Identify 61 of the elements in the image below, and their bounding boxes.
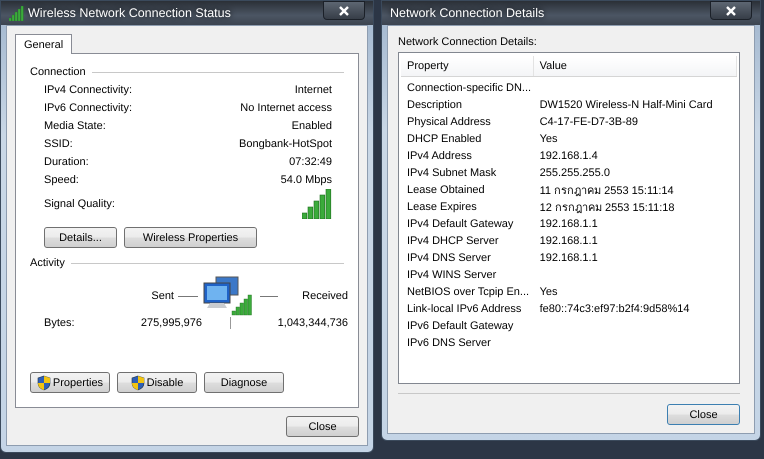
dialog-button[interactable]: Wireless Properties (124, 227, 257, 248)
column-header[interactable]: Property (401, 56, 534, 76)
value-cell-text: 192.168.1.1 (538, 252, 599, 264)
field-label: Signal Quality: (44, 198, 115, 210)
value-cell-text: 192.168.1.1 (538, 234, 599, 246)
property-cell-text: IPv4 Subnet Mask (406, 166, 498, 178)
dialog-button[interactable]: Disable (117, 372, 197, 393)
property-cell-text: IPv6 DNS Server (406, 336, 492, 348)
field-value: Bongbank-HotSpot (239, 138, 332, 150)
property-cell-text: IPv4 WINS Server (406, 268, 498, 280)
property-cell-text: IPv4 Address (406, 150, 473, 162)
value-cell-text: 192.168.1.1 (538, 218, 599, 230)
value-cell-text: fe80::74c3:ef97:b2f4:9d58%14 (538, 302, 690, 314)
field-label: Media State: (44, 120, 106, 132)
property-cell-text: Description (406, 98, 464, 110)
dialog-button[interactable]: Diagnose (204, 372, 284, 393)
caption: Network Connection Details: (398, 36, 538, 48)
field-label: Speed: (44, 174, 79, 186)
property-cell-text: DHCP Enabled (406, 132, 482, 144)
property-cell-text: Link-local IPv6 Address (406, 302, 522, 314)
window-title: Network Connection Details (390, 6, 546, 20)
property-cell-text: Lease Expires (406, 200, 478, 212)
sent-label: Sent (151, 290, 174, 302)
field-value: 54.0 Mbps (280, 174, 332, 186)
property-cell-text: IPv6 Default Gateway (406, 320, 514, 332)
value-cell-text: 12 กรกฎาคม 2553 15:11:18 (538, 200, 676, 216)
dialog-button[interactable]: Properties (30, 372, 110, 393)
received-label: Received (302, 290, 348, 302)
property-cell-text: NetBIOS over Tcpip En... (406, 286, 530, 298)
field-label: IPv4 Connectivity: (44, 84, 132, 96)
dialog-button[interactable]: Details... (44, 227, 117, 248)
field-label: SSID: (44, 138, 73, 150)
field-value: No Internet access (240, 102, 332, 114)
field-value: 07:32:49 (289, 156, 332, 168)
sent-bytes: 275,995,976 (140, 317, 202, 329)
close-button[interactable]: Close (667, 404, 740, 425)
tab[interactable]: General (15, 34, 72, 54)
property-cell-text: IPv4 DHCP Server (406, 234, 500, 246)
property-cell-text: IPv4 DNS Server (406, 252, 492, 264)
field-value: Internet (294, 84, 332, 96)
property-cell-text: IPv4 Default Gateway (406, 218, 514, 230)
value-cell-text: Yes (538, 132, 559, 144)
value-cell-text: DW1520 Wireless-N Half-Mini Card (538, 98, 714, 110)
field-label: Bytes: (44, 317, 76, 329)
column-header[interactable]: Value (534, 56, 737, 76)
group-title: Connection (30, 66, 86, 78)
value-cell-text: 11 กรกฎาคม 2553 15:11:14 (538, 184, 675, 198)
group-title: Activity (30, 257, 65, 269)
value-cell-text: C4-17-FE-D7-3B-89 (538, 116, 640, 128)
window-title: Wireless Network Connection Status (28, 6, 232, 20)
value-cell-text: 192.168.1.4 (538, 150, 599, 162)
value-cell-text: Yes (538, 286, 559, 298)
field-label: Duration: (44, 156, 89, 168)
received-bytes: 1,043,344,736 (278, 317, 348, 329)
field-value: Enabled (292, 120, 332, 132)
field-label: IPv6 Connectivity: (44, 102, 132, 114)
value-cell-text: 255.255.255.0 (538, 166, 611, 178)
property-cell-text: Connection-specific DN... (406, 82, 532, 94)
property-cell-text: Lease Obtained (406, 184, 486, 196)
close-button[interactable]: Close (286, 416, 359, 437)
property-cell-text: Physical Address (406, 116, 492, 128)
